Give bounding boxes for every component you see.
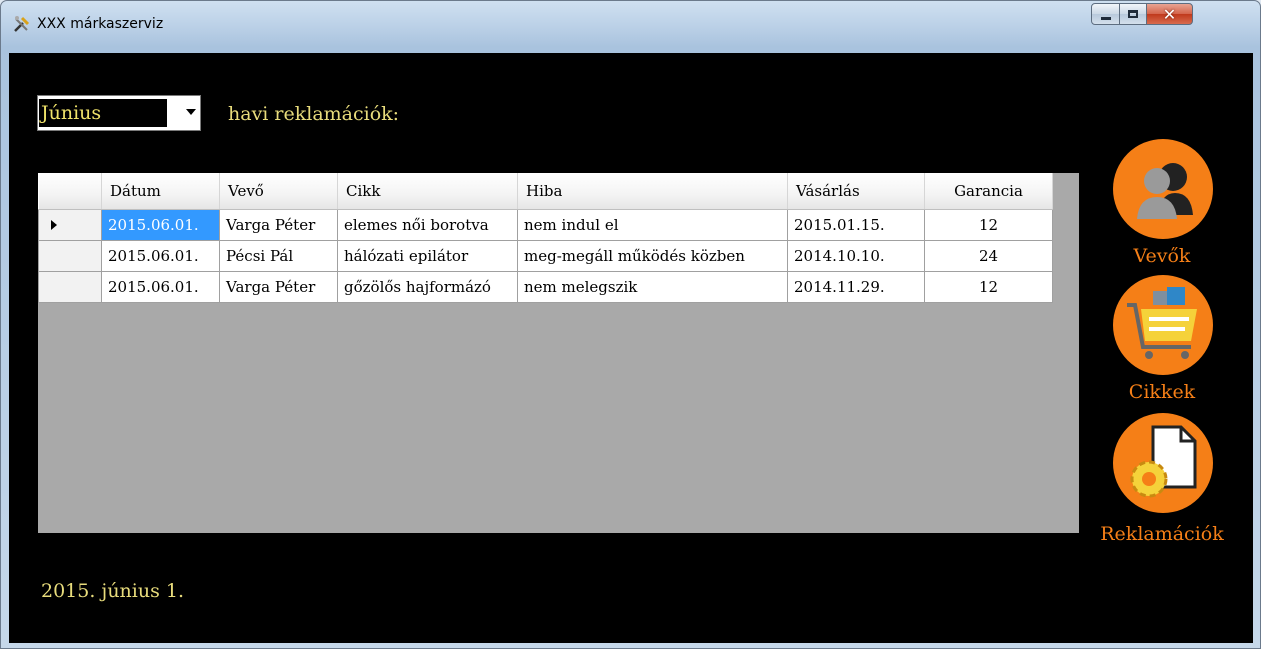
column-header-customer[interactable]: Vevő bbox=[219, 173, 338, 210]
products-button[interactable]: Cikkek bbox=[1087, 275, 1237, 405]
row-header[interactable] bbox=[38, 240, 102, 272]
minimize-icon bbox=[1100, 16, 1111, 20]
title-bar[interactable]: XXX márkaszerviz ✕ bbox=[1, 1, 1260, 53]
window-title: XXX márkaszerviz bbox=[37, 16, 164, 32]
column-header-purchase[interactable]: Vásárlás bbox=[787, 173, 925, 210]
table-cell[interactable]: Varga Péter bbox=[219, 209, 338, 241]
customers-button[interactable]: Vevők bbox=[1087, 139, 1237, 269]
table-cell[interactable]: 24 bbox=[924, 240, 1053, 272]
table-row[interactable]: 2015.06.01. Varga Péter elemes női borot… bbox=[38, 209, 1053, 241]
customers-label: Vevők bbox=[1133, 245, 1191, 267]
table-cell[interactable]: gőzölős hajformázó bbox=[337, 271, 518, 303]
close-icon: ✕ bbox=[1162, 4, 1177, 24]
client-area: Június havi reklamációk: Dátum Vevő Cikk… bbox=[9, 53, 1253, 643]
table-cell[interactable]: Varga Péter bbox=[219, 271, 338, 303]
current-date: 2015. június 1. bbox=[41, 580, 185, 602]
table-cell[interactable]: 12 bbox=[924, 271, 1053, 303]
table-row[interactable]: 2015.06.01. Pécsi Pál hálózati epilátor … bbox=[38, 240, 1053, 272]
grid-corner[interactable] bbox=[38, 173, 102, 210]
table-cell[interactable]: nem melegszik bbox=[517, 271, 788, 303]
table-cell[interactable]: elemes női borotva bbox=[337, 209, 518, 241]
complaints-button[interactable]: Reklamációk bbox=[1087, 413, 1237, 553]
table-cell[interactable]: meg-megáll működés közben bbox=[517, 240, 788, 272]
cart-icon bbox=[1113, 275, 1213, 375]
grid-header-row: Dátum Vevő Cikk Hiba Vásárlás Garancia bbox=[38, 173, 1053, 210]
column-header-item[interactable]: Cikk bbox=[337, 173, 518, 210]
month-select-value: Június bbox=[39, 99, 167, 127]
table-cell[interactable]: Pécsi Pál bbox=[219, 240, 338, 272]
current-row-arrow-icon bbox=[51, 220, 57, 230]
document-gear-icon bbox=[1113, 413, 1213, 513]
row-header[interactable] bbox=[38, 271, 102, 303]
maximize-icon bbox=[1128, 10, 1138, 18]
table-cell[interactable]: nem indul el bbox=[517, 209, 788, 241]
complaints-heading: havi reklamációk: bbox=[228, 103, 400, 125]
app-window: XXX márkaszerviz ✕ Június havi reklamáci… bbox=[0, 0, 1261, 649]
table-cell[interactable]: 2015.06.01. bbox=[101, 209, 220, 241]
table-cell[interactable]: 2014.11.29. bbox=[787, 271, 925, 303]
table-cell[interactable]: 2014.10.10. bbox=[787, 240, 925, 272]
table-cell[interactable]: 12 bbox=[924, 209, 1053, 241]
table-cell[interactable]: hálózati epilátor bbox=[337, 240, 518, 272]
customers-icon bbox=[1113, 139, 1213, 239]
month-select[interactable]: Június bbox=[37, 95, 201, 131]
table-cell[interactable]: 2015.06.01. bbox=[101, 271, 220, 303]
table-cell[interactable]: 2015.01.15. bbox=[787, 209, 925, 241]
close-button[interactable]: ✕ bbox=[1146, 3, 1193, 25]
chevron-down-icon[interactable] bbox=[186, 109, 196, 115]
minimize-button[interactable] bbox=[1091, 3, 1120, 25]
column-header-fault[interactable]: Hiba bbox=[517, 173, 788, 210]
complaints-label: Reklamációk bbox=[1100, 523, 1224, 545]
column-header-date[interactable]: Dátum bbox=[101, 173, 220, 210]
row-header-current[interactable] bbox=[38, 209, 102, 241]
complaints-grid[interactable]: Dátum Vevő Cikk Hiba Vásárlás Garancia 2… bbox=[38, 173, 1079, 533]
column-header-warranty[interactable]: Garancia bbox=[924, 173, 1053, 210]
table-row[interactable]: 2015.06.01. Varga Péter gőzölős hajformá… bbox=[38, 271, 1053, 303]
maximize-button[interactable] bbox=[1119, 3, 1147, 25]
table-cell[interactable]: 2015.06.01. bbox=[101, 240, 220, 272]
tools-icon bbox=[14, 16, 30, 32]
products-label: Cikkek bbox=[1128, 381, 1196, 403]
